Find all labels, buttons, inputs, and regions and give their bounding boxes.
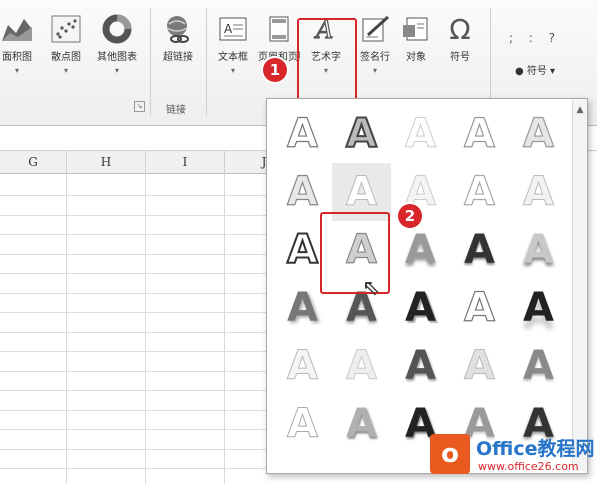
gallery-scrollbar[interactable]: ▲ [572, 99, 587, 471]
wordart-gallery[interactable]: AAAAAAAAAAAAAAAAAAAAAAAAAAAAAA ▲ [266, 98, 588, 474]
grid-row-line [0, 409, 300, 411]
watermark: o Office教程网 www.office26.com [430, 432, 595, 480]
wordart-style-20[interactable]: A [509, 279, 568, 337]
chevron-down-icon: ▾ [14, 66, 19, 75]
hyperlink-button[interactable]: 超链接 [154, 14, 202, 63]
header-footer-icon [262, 14, 296, 44]
special-symbols-label: ● 符号 ▾ [514, 66, 556, 77]
wordart-style-9[interactable]: A [450, 163, 509, 221]
grid-row-line [0, 292, 300, 294]
grid-column-line [66, 173, 67, 484]
signature-line-icon [358, 14, 392, 44]
wordart-style-1[interactable]: A [273, 105, 332, 163]
header-footer-button[interactable]: 页眉和页脚 [258, 14, 300, 63]
scroll-up-arrow-icon[interactable]: ▲ [573, 105, 587, 115]
chevron-down-icon: ▾ [114, 66, 119, 75]
grid-row-line [0, 448, 300, 450]
chevron-down-icon: ▾ [230, 66, 235, 75]
globe-link-icon [161, 14, 195, 44]
grid-row-line [0, 195, 300, 196]
wordart-style-4[interactable]: A [450, 105, 509, 163]
column-header-g[interactable]: G [0, 151, 67, 174]
column-header-h[interactable]: H [67, 151, 146, 174]
column-header-i[interactable]: I [146, 151, 225, 174]
links-group-label: 链接 [166, 105, 186, 116]
grid-row-line [0, 429, 300, 430]
wordart-highlight-box [297, 18, 357, 104]
symbol-label: 符号 [450, 52, 470, 63]
svg-text:A: A [224, 22, 233, 36]
object-label: 对象 [406, 52, 426, 63]
area-chart-label: 面积图 [2, 52, 32, 63]
wordart-style-2[interactable]: A [332, 105, 391, 163]
punctuation-symbols-icon: ; : ? [508, 31, 562, 45]
area-chart-icon [0, 14, 34, 44]
group-separator [150, 8, 151, 116]
wordart-style-24[interactable]: A [450, 337, 509, 395]
symbol-button[interactable]: Ω 符号 [440, 12, 480, 64]
textbox-label: 文本框 [218, 52, 248, 63]
wordart-style-18[interactable]: A [391, 279, 450, 337]
grid-column-line [145, 173, 146, 484]
wordart-style-14[interactable]: A [450, 221, 509, 279]
mouse-pointer-icon: ⇖ [362, 276, 381, 301]
watermark-url: www.office26.com [478, 460, 579, 473]
omega-symbol-icon: Ω [449, 12, 471, 46]
scatter-chart-button[interactable]: 散点图 ▾ [42, 14, 90, 75]
other-charts-button[interactable]: 其他图表 ▾ [90, 14, 144, 75]
object-icon [399, 14, 433, 44]
group-separator [206, 8, 207, 116]
hyperlink-label: 超链接 [163, 52, 193, 63]
wordart-style-5[interactable]: A [509, 105, 568, 163]
grid-row-line [0, 390, 300, 391]
grid-column-line [224, 173, 225, 484]
wordart-style-10[interactable]: A [509, 163, 568, 221]
wordart-style-25[interactable]: A [509, 337, 568, 395]
special-symbols-text: 符号 [526, 66, 547, 77]
wordart-style-22[interactable]: A [332, 337, 391, 395]
object-button[interactable]: 对象 [398, 14, 434, 63]
watermark-title: Office教程网 [476, 438, 595, 460]
wordart-style-23[interactable]: A [391, 337, 450, 395]
wordart-style-grid: AAAAAAAAAAAAAAAAAAAAAAAAAAAAAA [273, 105, 569, 453]
area-chart-button[interactable]: 面积图 ▾ [0, 14, 42, 75]
grid-row-line [0, 312, 300, 313]
donut-chart-icon [100, 14, 134, 44]
grid-row-line [0, 273, 300, 274]
wordart-style-19[interactable]: A [450, 279, 509, 337]
grid-row-line [0, 468, 300, 469]
wordart-style-27[interactable]: A [332, 395, 391, 453]
scatter-chart-icon [49, 14, 83, 44]
scatter-chart-label: 散点图 [51, 52, 81, 63]
charts-dialog-launcher[interactable]: ↘ [134, 101, 145, 112]
chevron-down-icon: ▾ [372, 66, 377, 75]
signature-line-label: 签名行 [360, 52, 390, 63]
wordart-style-15[interactable]: A [509, 221, 568, 279]
office-logo-icon: o [430, 434, 470, 474]
wordart-style-3[interactable]: A [391, 105, 450, 163]
special-symbols-button[interactable]: ; : ? ● 符号 ▾ [500, 18, 570, 77]
grid-row-line [0, 253, 300, 255]
wordart-style-26[interactable]: A [273, 395, 332, 453]
other-charts-label: 其他图表 [97, 52, 137, 63]
grid-row-line [0, 331, 300, 333]
step-1-callout: 1 [263, 58, 287, 82]
step-2-callout: 2 [398, 204, 422, 228]
grid-row-line [0, 234, 300, 235]
signature-line-button[interactable]: 签名行 ▾ [352, 14, 398, 75]
wordart-style-21[interactable]: A [273, 337, 332, 395]
grid-row-line [0, 214, 300, 216]
textbox-icon: A [216, 14, 250, 44]
textbox-button[interactable]: A 文本框 ▾ [210, 14, 256, 75]
grid-row-line [0, 370, 300, 372]
grid-row-line [0, 351, 300, 352]
wordart-style-13[interactable]: A [391, 221, 450, 279]
chevron-down-icon: ▾ [63, 66, 68, 75]
